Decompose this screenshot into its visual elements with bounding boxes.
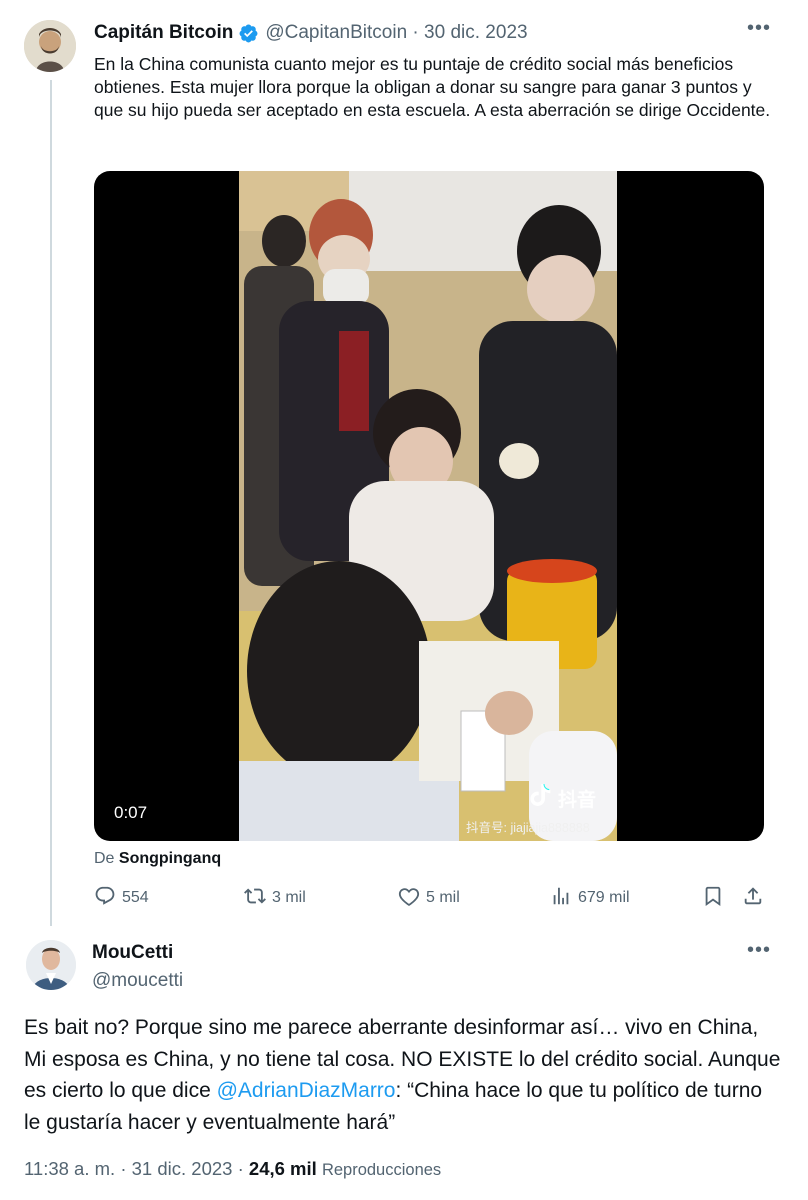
like-button[interactable]: 5 mil (398, 884, 460, 912)
tiktok-account-id: 抖音号: jiajiajia888888 (466, 821, 590, 835)
tiktok-watermark: 抖音 (530, 783, 596, 813)
reply-author-avatar[interactable] (26, 940, 76, 990)
reply-count: 554 (122, 889, 149, 906)
avatar-photo (26, 940, 76, 990)
views-count: 679 mil (578, 889, 630, 906)
reply-author-handle[interactable]: @moucetti (92, 970, 183, 992)
retweet-count: 3 mil (272, 889, 306, 906)
tweet-action-bar: 554 3 mil 5 mil 679 mil (94, 884, 774, 912)
bookmark-button[interactable] (702, 884, 724, 912)
reply-views-count: 24,6 mil (248, 1158, 317, 1179)
like-icon (398, 885, 420, 912)
reply-more-options-icon[interactable]: ••• (744, 939, 774, 961)
views-icon (550, 885, 572, 912)
thread-connector-line (50, 80, 52, 926)
avatar-illustration (24, 20, 76, 72)
reply-button[interactable]: 554 (94, 884, 149, 912)
verified-badge-icon (238, 23, 259, 44)
reply-date[interactable]: 31 dic. 2023 (132, 1158, 233, 1179)
retweet-button[interactable]: 3 mil (244, 884, 306, 912)
author-name[interactable]: Capitán Bitcoin (94, 22, 233, 44)
tweet-date[interactable]: 30 dic. 2023 (424, 22, 528, 44)
video-thumbnail (239, 171, 617, 841)
source-prefix: De (94, 850, 115, 867)
separator-dot: · (407, 22, 425, 43)
video-source: De Songpinganq (94, 850, 221, 868)
bookmark-icon (702, 885, 724, 912)
author-handle[interactable]: @CapitanBitcoin (265, 22, 407, 44)
reply-metadata: 11:38 a. m. · 31 dic. 2023 · 24,6 mil Re… (24, 1158, 441, 1180)
tweet-header: Capitán Bitcoin @CapitanBitcoin · 30 dic… (94, 22, 528, 44)
source-name[interactable]: Songpinganq (119, 850, 221, 867)
reply-icon (94, 885, 116, 912)
separator-dot: · (237, 1158, 249, 1179)
tiktok-brand: 抖音 (558, 789, 597, 811)
reply-text: Es bait no? Porque sino me parece aberra… (24, 1012, 784, 1138)
views-button[interactable]: 679 mil (550, 884, 630, 912)
author-avatar[interactable] (24, 20, 76, 72)
video-timecode: 0:07 (114, 803, 148, 822)
reply-views-label: Reproducciones (321, 1161, 442, 1179)
share-button[interactable] (742, 884, 764, 912)
tweet-text: En la China comunista cuanto mejor es tu… (94, 54, 771, 120)
share-icon (742, 885, 764, 912)
separator-dot: · (120, 1158, 132, 1179)
more-options-icon[interactable]: ••• (744, 17, 774, 39)
mention-link[interactable]: @AdrianDiazMarro (217, 1079, 396, 1102)
like-count: 5 mil (426, 889, 460, 906)
reply-time[interactable]: 11:38 a. m. (24, 1158, 115, 1179)
reply-author-name[interactable]: MouCetti (92, 942, 183, 964)
retweet-icon (244, 885, 266, 912)
tiktok-icon (530, 783, 552, 813)
reply-header: MouCetti @moucetti (92, 942, 183, 992)
video-player[interactable]: 0:07 抖音 抖音号: jiajiajia888888 (94, 171, 764, 841)
